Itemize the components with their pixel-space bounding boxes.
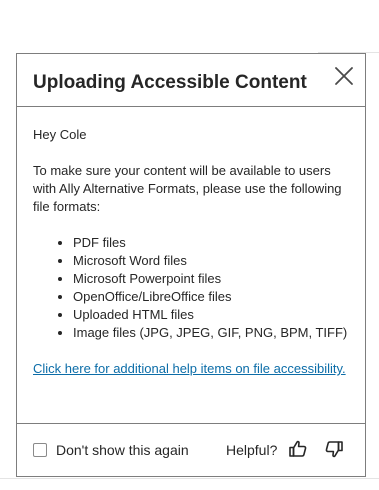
- help-link[interactable]: Click here for additional help items on …: [33, 360, 353, 378]
- dont-show-again-checkbox[interactable]: Don't show this again: [33, 442, 189, 458]
- accessible-content-dialog: Uploading Accessible Content Hey Cole To…: [16, 53, 366, 477]
- dialog-body: Hey Cole To make sure your content will …: [33, 107, 353, 378]
- greeting-text: Hey Cole: [33, 127, 87, 142]
- intro-text: To make sure your content will be availa…: [33, 163, 342, 214]
- helpful-label: Helpful?: [226, 442, 278, 458]
- close-icon: [335, 67, 353, 85]
- dialog-header: Uploading Accessible Content: [17, 54, 365, 107]
- file-formats-list: PDF files Microsoft Word files Microsoft…: [33, 234, 353, 342]
- list-item: Microsoft Powerpoint files: [73, 270, 353, 288]
- list-item: Uploaded HTML files: [73, 306, 353, 324]
- thumbs-down-icon: [325, 441, 343, 458]
- close-button[interactable]: [333, 65, 355, 87]
- dialog-title: Uploading Accessible Content: [33, 72, 307, 93]
- list-item: Microsoft Word files: [73, 252, 353, 270]
- checkbox-box[interactable]: [33, 443, 47, 457]
- background-divider: [0, 478, 379, 479]
- thumbs-down-button[interactable]: [324, 439, 344, 459]
- list-item: PDF files: [73, 234, 353, 252]
- dont-show-again-label[interactable]: Don't show this again: [56, 442, 189, 458]
- list-item: OpenOffice/LibreOffice files: [73, 288, 353, 306]
- thumbs-up-button[interactable]: [288, 439, 308, 459]
- dialog-footer: Don't show this again Helpful?: [17, 423, 365, 476]
- thumbs-up-icon: [289, 440, 307, 457]
- list-item: Image files (JPG, JPEG, GIF, PNG, BPM, T…: [73, 324, 353, 342]
